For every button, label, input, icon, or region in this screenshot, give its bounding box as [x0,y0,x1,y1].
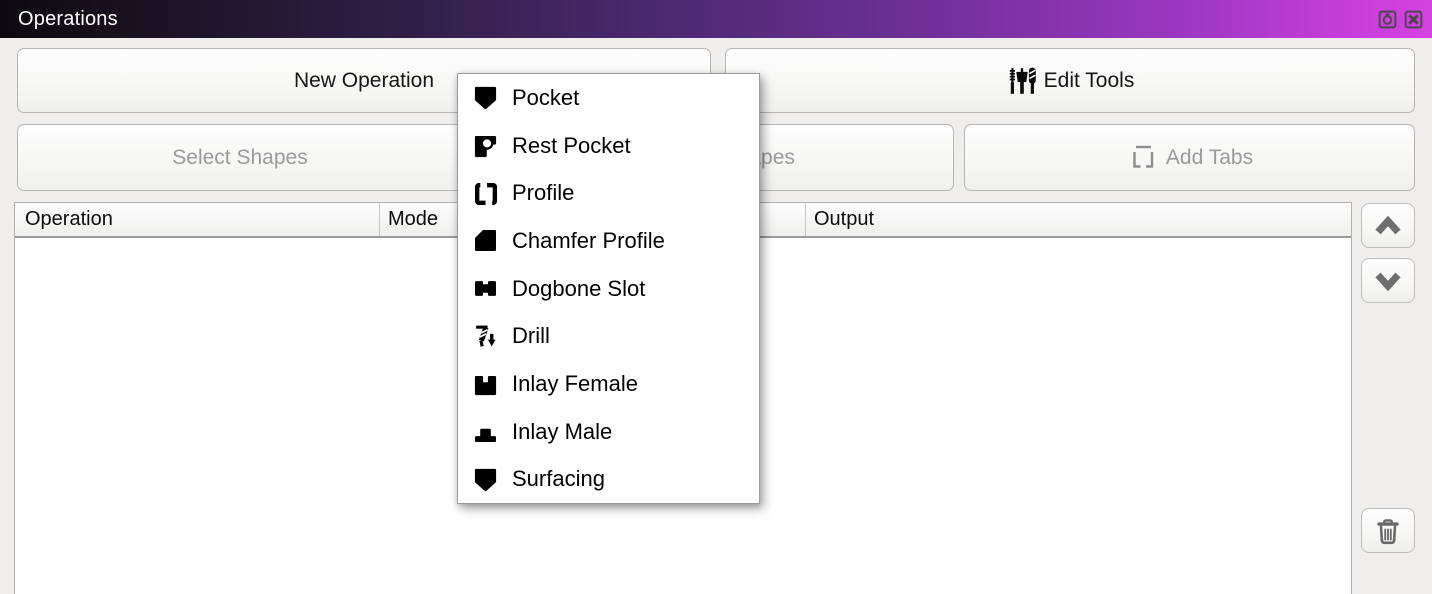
surfacing-icon [472,466,499,493]
menu-item-surfacing[interactable]: Surfacing [458,455,759,503]
titlebar-buttons [1376,0,1424,38]
drill-icon [472,323,499,350]
edit-tools-button[interactable]: Edit Tools [725,48,1415,113]
titlebar[interactable]: Operations [0,0,1432,38]
menu-item-profile[interactable]: Profile [458,169,759,217]
menu-item-inlay-male[interactable]: Inlay Male [458,408,759,456]
chevron-down-icon [1371,268,1405,294]
menu-item-label: Profile [512,180,574,206]
add-tabs-label: Add Tabs [1166,146,1253,170]
menu-item-inlay-female[interactable]: Inlay Female [458,360,759,408]
new-operation-label: New Operation [294,69,434,93]
menu-item-label: Rest Pocket [512,133,631,159]
menu-item-label: Drill [512,323,550,349]
column-header-operation[interactable]: Operation [15,203,380,236]
menu-item-label: Inlay Male [512,419,612,445]
rest-pocket-icon [472,132,499,159]
trash-icon [1373,515,1403,547]
menu-item-pocket[interactable]: Pocket [458,74,759,122]
column-header-output[interactable]: Output [806,203,1351,236]
drill-bits-icon [1006,65,1038,97]
float-icon[interactable] [1376,8,1398,30]
chamfer-profile-icon [472,227,499,254]
new-operation-menu: Pocket Rest Pocket Profile Chamfer Profi… [457,73,760,504]
menu-item-dogbone-slot[interactable]: Dogbone Slot [458,265,759,313]
menu-item-label: Dogbone Slot [512,276,645,302]
select-shapes-button[interactable]: Select Shapes [17,124,463,191]
delete-operation-button[interactable] [1361,508,1415,553]
dogbone-slot-icon [472,275,499,302]
chevron-up-icon [1371,213,1405,239]
profile-icon [472,180,499,207]
move-up-button[interactable] [1361,203,1415,248]
pocket-icon [472,84,499,111]
add-tabs-button[interactable]: Add Tabs [964,124,1415,191]
tab-bracket-icon [1126,141,1160,175]
menu-item-label: Inlay Female [512,371,638,397]
menu-item-rest-pocket[interactable]: Rest Pocket [458,122,759,170]
inlay-female-icon [472,370,499,397]
inlay-male-icon [472,418,499,445]
panel-title: Operations [0,8,118,31]
menu-item-label: Surfacing [512,466,605,492]
menu-item-label: Pocket [512,85,579,111]
select-shapes-label: Select Shapes [172,146,307,170]
close-icon[interactable] [1402,8,1424,30]
menu-item-drill[interactable]: Drill [458,312,759,360]
menu-item-chamfer-profile[interactable]: Chamfer Profile [458,217,759,265]
menu-item-label: Chamfer Profile [512,228,665,254]
edit-tools-label: Edit Tools [1044,69,1135,93]
move-down-button[interactable] [1361,258,1415,303]
